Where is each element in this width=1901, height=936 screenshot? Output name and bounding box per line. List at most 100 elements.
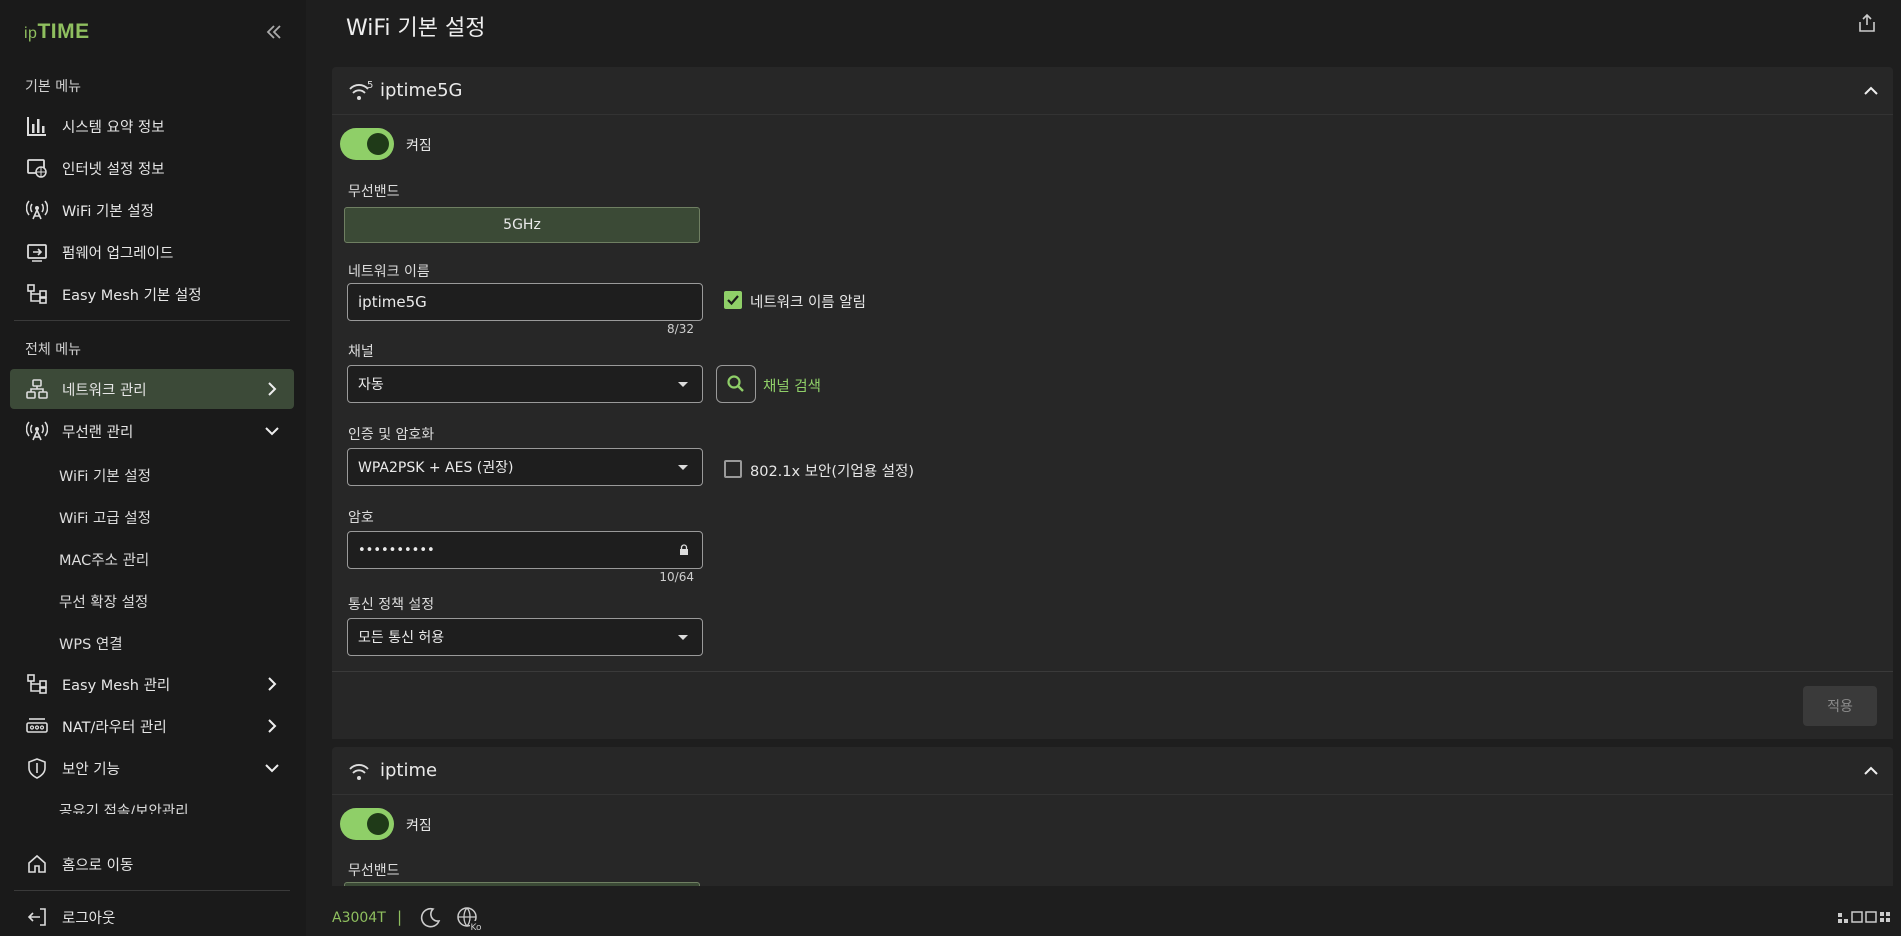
wifi-card-5g: 5 iptime5G 켜짐 무선밴드 5GHz 네트워크 이름 iptime5G… xyxy=(332,67,1893,739)
lock-icon[interactable] xyxy=(678,544,690,556)
network-name-label: 네트워크 이름 xyxy=(348,264,430,280)
channel-label: 채널 xyxy=(348,344,374,360)
toggle-knob xyxy=(367,813,389,835)
toggle-label: 켜짐 xyxy=(406,818,432,834)
internet-icon xyxy=(24,155,50,181)
status-bar: A3004T | Ko xyxy=(306,886,1901,936)
sidebar-item-internet-info[interactable]: 인터넷 설정 정보 xyxy=(10,148,294,188)
sidebar-sub-wifi-basic[interactable]: WiFi 기본 설정 xyxy=(59,465,151,486)
password-counter: 10/64 xyxy=(659,570,694,584)
chevron-right-icon xyxy=(268,719,277,733)
shield-icon xyxy=(24,755,50,781)
toggle-knob xyxy=(367,133,389,155)
channel-search-link[interactable]: 채널 검색 xyxy=(763,375,821,396)
sidebar-divider xyxy=(14,890,290,891)
ssid-title: iptime5G xyxy=(380,80,463,101)
ssid-title: iptime xyxy=(380,760,438,781)
home-icon xyxy=(24,851,50,877)
channel-select[interactable]: 자동 xyxy=(347,365,703,403)
wifi-power-toggle[interactable] xyxy=(340,128,394,160)
channel-search-button[interactable] xyxy=(716,365,756,403)
language-globe-icon[interactable]: Ko xyxy=(456,906,482,932)
search-icon xyxy=(727,375,744,392)
basic-menu-title: 기본 메뉴 xyxy=(25,79,81,95)
sidebar-item-easymesh[interactable]: Easy Mesh 관리 xyxy=(10,664,294,704)
dropdown-caret-icon xyxy=(678,465,688,470)
wifi-5g-icon: 5 xyxy=(348,79,374,103)
chevron-down-icon xyxy=(265,764,279,773)
dropdown-caret-icon xyxy=(678,382,688,387)
policy-label: 통신 정책 설정 xyxy=(348,597,435,613)
sidebar-item-home[interactable]: 홈으로 이동 xyxy=(10,844,294,884)
sidebar-item-wifi-basic[interactable]: WiFi 기본 설정 xyxy=(10,190,294,230)
sidebar-sub-mac[interactable]: MAC주소 관리 xyxy=(59,549,149,570)
network-name-counter: 8/32 xyxy=(667,322,694,336)
sidebar-item-firmware[interactable]: 펌웨어 업그레이드 xyxy=(10,232,294,272)
chevron-up-icon[interactable] xyxy=(1863,83,1879,99)
main-content: WiFi 기본 설정 5 iptime5G 켜짐 무선밴드 5GHz 네트워크 … xyxy=(306,0,1901,886)
auth-select[interactable]: WPA2PSK + AES (권장) xyxy=(347,448,703,486)
page-title: WiFi 기본 설정 xyxy=(346,16,486,41)
sidebar-sub-access-security[interactable]: 공유기 접속/보안관리 xyxy=(59,800,189,814)
sidebar-item-logout[interactable]: 로그아웃 xyxy=(10,897,294,936)
antenna-icon xyxy=(24,197,50,223)
enterprise-security-label: 802.1x 보안(기업용 설정) xyxy=(750,464,915,480)
dropdown-caret-icon xyxy=(678,635,688,640)
layout-view-icon[interactable] xyxy=(1838,910,1894,924)
network-name-value: iptime5G xyxy=(358,293,427,311)
wifi-card-2g: iptime 켜짐 무선밴드 xyxy=(332,747,1893,886)
band-label: 무선밴드 xyxy=(348,184,400,200)
policy-value: 모든 통신 허용 xyxy=(358,630,445,646)
password-value: •••••••••• xyxy=(358,542,435,558)
sidebar-sub-wireless-extend[interactable]: 무선 확장 설정 xyxy=(59,591,148,612)
sidebar-item-nat[interactable]: NAT/라우터 관리 xyxy=(10,706,294,746)
policy-select[interactable]: 모든 통신 허용 xyxy=(347,618,703,656)
card-header[interactable]: 5 iptime5G xyxy=(332,67,1893,115)
chevron-right-icon xyxy=(268,382,277,396)
sidebar-divider xyxy=(14,320,290,321)
sidebar-item-network[interactable]: 네트워크 관리 xyxy=(10,369,294,409)
iptime-logo[interactable]: ipTIME xyxy=(24,20,90,44)
card-footer: 적용 xyxy=(332,671,1893,739)
password-label: 암호 xyxy=(348,510,374,526)
auth-value: WPA2PSK + AES (권장) xyxy=(358,460,514,476)
sidebar-sub-wifi-advanced[interactable]: WiFi 고급 설정 xyxy=(59,507,151,528)
chevron-up-icon[interactable] xyxy=(1863,763,1879,779)
sidebar-item-security[interactable]: 보안 기능 xyxy=(10,748,294,788)
svg-text:5: 5 xyxy=(367,80,373,91)
collapse-sidebar-icon[interactable] xyxy=(262,20,286,44)
band-5ghz-button[interactable]: 5GHz xyxy=(344,207,700,243)
antenna-icon xyxy=(24,418,50,444)
band-label: 무선밴드 xyxy=(348,863,400,879)
sidebar-item-easymesh-basic[interactable]: Easy Mesh 기본 설정 xyxy=(10,274,294,314)
status-separator: | xyxy=(397,908,403,926)
wifi-icon xyxy=(348,759,374,783)
broadcast-name-checkbox[interactable] xyxy=(724,291,742,309)
wifi-power-toggle[interactable] xyxy=(340,808,394,840)
sidebar-item-wlan[interactable]: 무선랜 관리 xyxy=(10,411,294,451)
chevron-down-icon xyxy=(265,427,279,436)
firmware-icon xyxy=(24,239,50,265)
sidebar-item-system-summary[interactable]: 시스템 요약 정보 xyxy=(10,106,294,146)
network-icon xyxy=(24,376,50,402)
bar-chart-icon xyxy=(24,113,50,139)
sidebar: ipTIME 기본 메뉴 시스템 요약 정보 인터넷 설정 정보 WiFi 기본… xyxy=(0,0,306,936)
network-name-input[interactable]: iptime5G xyxy=(347,283,703,321)
toggle-label: 켜짐 xyxy=(406,138,432,154)
enterprise-security-checkbox[interactable] xyxy=(724,460,742,478)
dark-mode-icon[interactable] xyxy=(418,906,442,930)
export-icon[interactable] xyxy=(1856,12,1878,34)
logout-icon xyxy=(24,904,50,930)
svg-text:Ko: Ko xyxy=(471,923,482,932)
card-header[interactable]: iptime xyxy=(332,747,1893,795)
broadcast-name-label: 네트워크 이름 알림 xyxy=(750,295,866,311)
mesh-icon xyxy=(24,671,50,697)
chevron-right-icon xyxy=(268,677,277,691)
mesh-icon xyxy=(24,281,50,307)
sidebar-sub-wps[interactable]: WPS 연결 xyxy=(59,633,123,654)
channel-value: 자동 xyxy=(358,377,384,393)
password-input[interactable]: •••••••••• xyxy=(347,531,703,569)
all-menu-title: 전체 메뉴 xyxy=(25,342,81,358)
auth-label: 인증 및 암호화 xyxy=(348,427,435,443)
apply-button[interactable]: 적용 xyxy=(1803,686,1877,726)
